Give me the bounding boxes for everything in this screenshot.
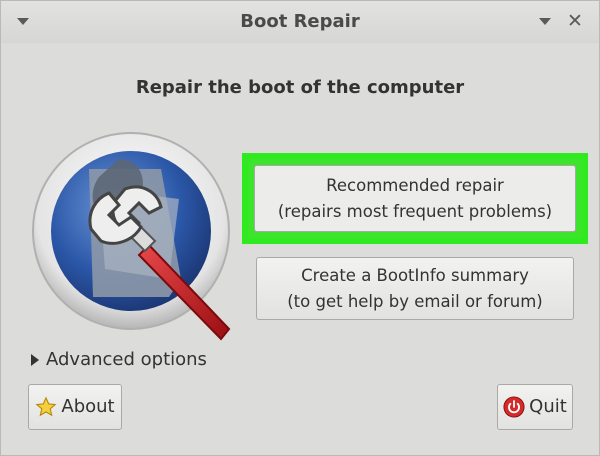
quit-button[interactable]: Quit xyxy=(497,384,573,430)
page-title: Repair the boot of the computer xyxy=(135,77,465,98)
minimize-button[interactable] xyxy=(533,9,557,33)
about-label: About xyxy=(61,396,115,417)
quit-label: Quit xyxy=(529,396,567,417)
window-title: Boot Repair xyxy=(240,11,360,32)
title-bar: Boot Repair ✕ xyxy=(1,1,599,43)
recommended-repair-label: Recommended repair xyxy=(326,175,504,195)
star-icon xyxy=(35,396,57,417)
chevron-down-icon xyxy=(539,17,551,25)
disk-wrench-icon xyxy=(32,132,231,341)
boot-repair-window: Boot Repair ✕ Repair the boot of the com… xyxy=(0,0,600,456)
bootinfo-summary-label: Create a BootInfo summary xyxy=(301,265,529,285)
bootinfo-summary-button[interactable]: Create a BootInfo summary (to get help b… xyxy=(256,257,574,320)
advanced-options-expander[interactable]: Advanced options xyxy=(31,349,207,370)
about-button[interactable]: About xyxy=(28,384,122,430)
bootinfo-summary-sublabel: (to get help by email or forum) xyxy=(287,291,543,311)
recommended-repair-button[interactable]: Recommended repair (repairs most frequen… xyxy=(254,165,576,232)
close-button[interactable]: ✕ xyxy=(563,9,587,33)
expander-arrow-icon xyxy=(31,353,39,366)
recommended-repair-sublabel: (repairs most frequent problems) xyxy=(277,201,553,221)
advanced-options-label: Advanced options xyxy=(46,349,207,370)
power-icon xyxy=(503,396,525,418)
